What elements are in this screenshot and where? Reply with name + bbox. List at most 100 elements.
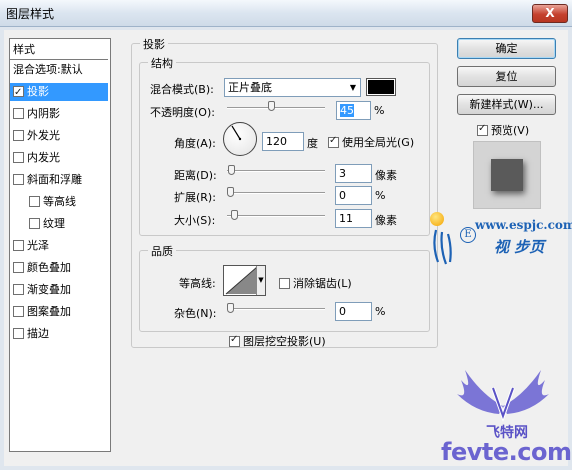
- contour-label: 等高线:: [179, 277, 216, 290]
- title-bar: [0, 0, 572, 27]
- size-slider-track[interactable]: [227, 215, 325, 217]
- style-item-checkbox[interactable]: [13, 240, 24, 251]
- style-list-header[interactable]: 样式: [10, 39, 108, 60]
- preview-label: 预览(V): [491, 124, 530, 137]
- reset-button[interactable]: 复位: [457, 66, 556, 87]
- size-slider-thumb[interactable]: [231, 210, 238, 220]
- style-list-item[interactable]: 描边: [13, 325, 49, 343]
- noise-value: 0: [339, 305, 346, 318]
- style-preview: [473, 141, 541, 209]
- style-item-checkbox[interactable]: [13, 262, 24, 273]
- global-light-label: 使用全局光(G): [342, 136, 415, 149]
- style-list-item[interactable]: 等高线: [29, 193, 76, 211]
- style-item-checkbox[interactable]: [13, 130, 24, 141]
- angle-unit: 度: [307, 137, 318, 150]
- quality-title: 品质: [148, 243, 176, 259]
- style-item-label: 投影: [27, 85, 49, 98]
- spread-slider-track[interactable]: [227, 192, 325, 194]
- watermark-brand: 视 步页: [494, 238, 545, 256]
- style-item-checkbox[interactable]: [13, 174, 24, 185]
- knockout-check[interactable]: [229, 334, 240, 347]
- opacity-field[interactable]: 45: [336, 101, 371, 120]
- angle-dial[interactable]: [223, 122, 257, 156]
- spread-field[interactable]: 0: [335, 186, 372, 205]
- global-light-check[interactable]: [328, 135, 339, 148]
- style-item-checkbox[interactable]: [29, 218, 40, 229]
- opacity-slider-thumb[interactable]: [267, 101, 275, 111]
- spread-value: 0: [339, 189, 346, 202]
- drop-shadow-title: 投影: [140, 36, 168, 52]
- style-item-label: 图案叠加: [27, 305, 71, 318]
- style-list-item[interactable]: 内阴影: [13, 105, 60, 123]
- style-list-item[interactable]: 混合选项:默认: [13, 61, 83, 79]
- style-list-item[interactable]: 内发光: [13, 149, 60, 167]
- anti-alias-label: 消除锯齿(L): [293, 277, 352, 290]
- style-list-item[interactable]: 渐变叠加: [13, 281, 71, 299]
- watermark-bottom-site: fevte.com: [441, 438, 572, 466]
- style-item-checkbox[interactable]: [13, 108, 24, 119]
- distance-slider-track[interactable]: [227, 170, 325, 172]
- chevron-down-icon[interactable]: ▼: [256, 266, 265, 295]
- global-light-checkbox[interactable]: 使用全局光(G): [328, 134, 414, 150]
- style-item-label: 描边: [27, 327, 49, 340]
- style-item-label: 纹理: [43, 217, 65, 230]
- spread-unit: %: [375, 189, 386, 202]
- watermark-site: www.espjc.com: [475, 218, 572, 232]
- style-list-item[interactable]: 外发光: [13, 127, 60, 145]
- knockout-checkbox[interactable]: 图层挖空投影(U): [229, 333, 326, 349]
- style-list-item[interactable]: 光泽: [13, 237, 49, 255]
- lightbulb-icon: [430, 212, 444, 226]
- distance-slider-thumb[interactable]: [228, 165, 236, 175]
- style-item-checkbox[interactable]: [13, 84, 24, 102]
- style-item-label: 混合选项:默认: [13, 63, 83, 76]
- close-button[interactable]: X: [532, 4, 568, 23]
- size-value: 11: [339, 212, 353, 225]
- blend-mode-select[interactable]: 正片叠底 ▼: [224, 78, 361, 97]
- angle-field[interactable]: 120: [262, 132, 304, 151]
- distance-label: 距离(D):: [174, 169, 217, 182]
- structure-title: 结构: [148, 55, 176, 71]
- opacity-value: 45: [340, 104, 354, 117]
- noise-field[interactable]: 0: [335, 302, 372, 321]
- style-item-checkbox[interactable]: [13, 284, 24, 295]
- style-item-label: 内阴影: [27, 107, 60, 120]
- contour-preview: [225, 266, 258, 295]
- style-item-label: 颜色叠加: [27, 261, 71, 274]
- style-item-checkbox[interactable]: [29, 196, 40, 207]
- anti-alias-check[interactable]: [279, 278, 290, 289]
- noise-slider-track[interactable]: [227, 308, 325, 310]
- mascot-figure: [428, 226, 468, 269]
- knockout-label: 图层挖空投影(U): [243, 335, 326, 348]
- noise-slider-thumb[interactable]: [227, 303, 234, 313]
- shadow-color-swatch[interactable]: [366, 78, 396, 96]
- preview-checkbox[interactable]: 预览(V): [477, 122, 529, 138]
- opacity-slider-track[interactable]: [227, 107, 325, 109]
- style-item-label: 内发光: [27, 151, 60, 164]
- style-item-checkbox[interactable]: [13, 306, 24, 317]
- style-list-item[interactable]: 颜色叠加: [13, 259, 71, 277]
- style-list-item[interactable]: 图案叠加: [13, 303, 71, 321]
- anti-alias-checkbox[interactable]: 消除锯齿(L): [279, 275, 352, 291]
- spread-slider-thumb[interactable]: [227, 187, 234, 197]
- noise-label: 杂色(N):: [174, 307, 217, 320]
- style-list-item[interactable]: 纹理: [29, 215, 65, 233]
- style-item-checkbox[interactable]: [13, 328, 24, 339]
- distance-value: 3: [339, 167, 346, 180]
- new-style-button[interactable]: 新建样式(W)...: [457, 94, 556, 115]
- blend-mode-label: 混合模式(B):: [150, 83, 214, 96]
- spread-label: 扩展(R):: [174, 191, 216, 204]
- angle-label: 角度(A):: [174, 137, 216, 150]
- size-field[interactable]: 11: [335, 209, 372, 228]
- contour-picker[interactable]: ▼: [223, 265, 266, 296]
- distance-unit: 像素: [375, 169, 397, 182]
- style-item-label: 等高线: [43, 195, 76, 208]
- size-unit: 像素: [375, 214, 397, 227]
- preview-check[interactable]: [477, 123, 488, 136]
- style-list-item[interactable]: 投影: [10, 83, 108, 102]
- ok-button[interactable]: 确定: [457, 38, 556, 59]
- style-item-checkbox[interactable]: [13, 152, 24, 163]
- style-list-item[interactable]: 斜面和浮雕: [13, 171, 82, 189]
- style-item-label: 光泽: [27, 239, 49, 252]
- angle-value: 120: [266, 135, 287, 148]
- distance-field[interactable]: 3: [335, 164, 372, 183]
